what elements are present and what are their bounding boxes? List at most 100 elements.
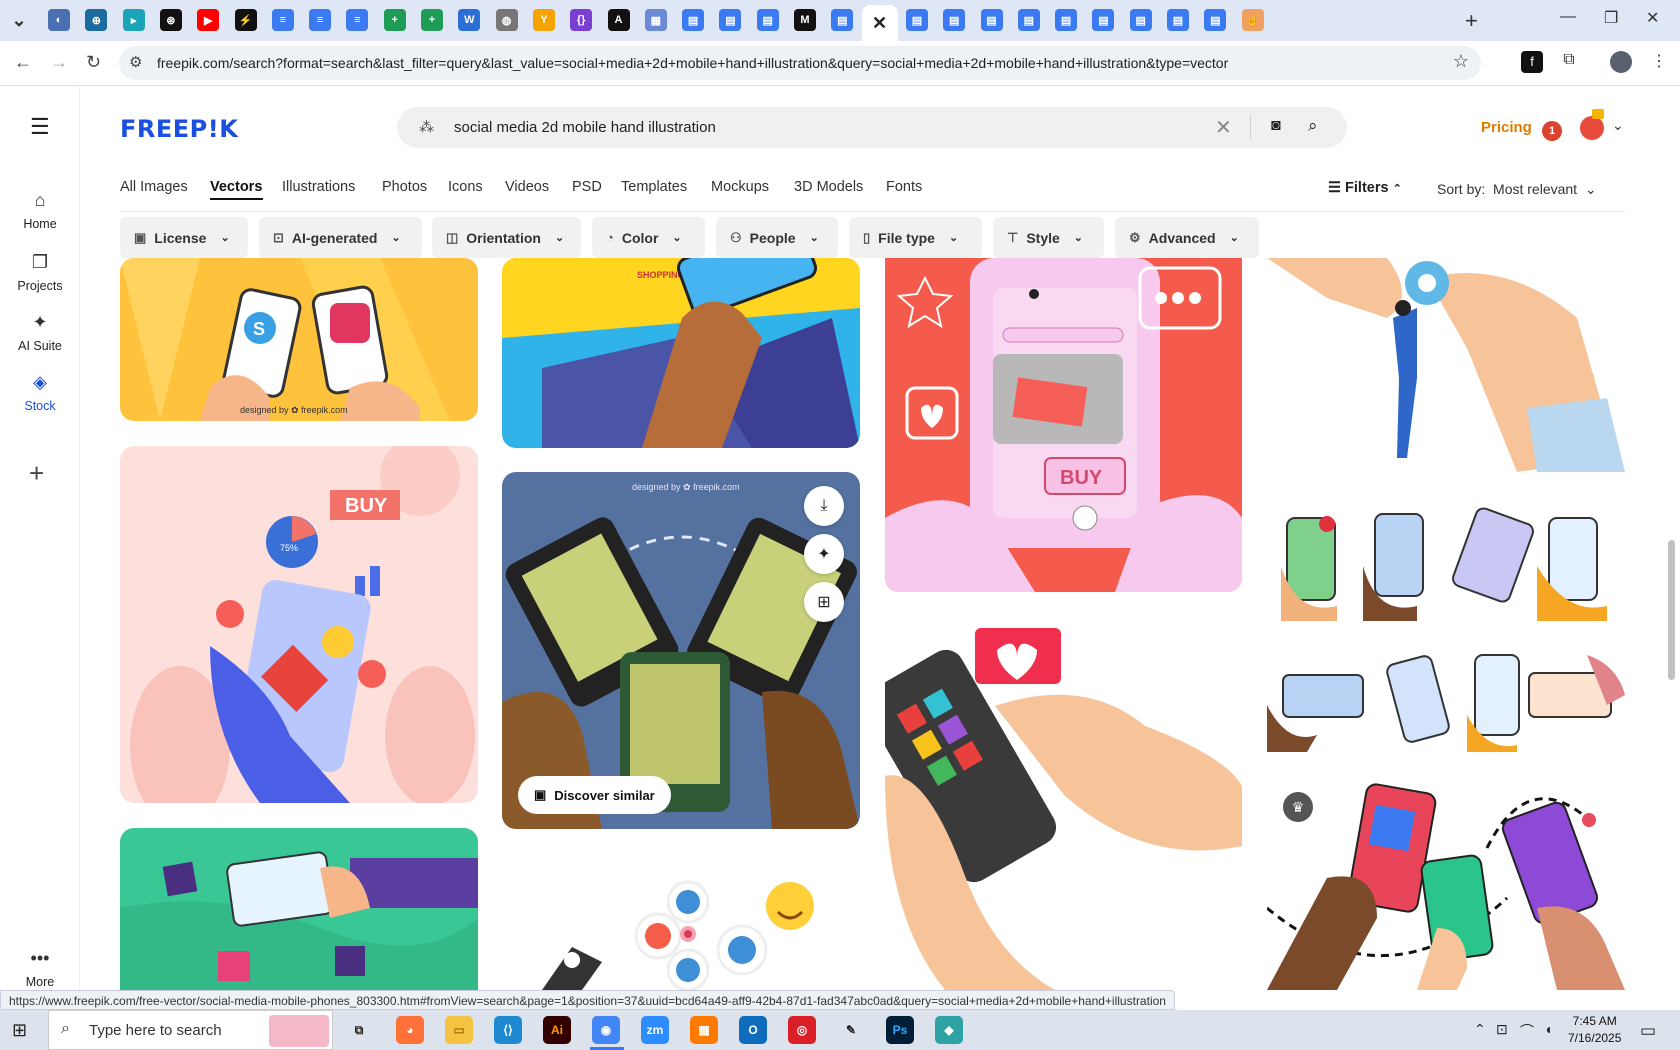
forward-icon[interactable]: →	[50, 52, 68, 73]
browser-tab[interactable]: ◐	[48, 9, 70, 31]
clear-search-icon[interactable]: ✕	[1215, 115, 1232, 140]
image-card[interactable]: ♛	[1267, 778, 1625, 990]
sidebar-item-stock[interactable]: ◈ Stock	[0, 372, 80, 413]
url-text[interactable]: freepik.com/search?format=search&last_fi…	[157, 55, 1228, 71]
save-to-collection-icon[interactable]: ⊞	[804, 582, 844, 622]
task-view-icon[interactable]: ⧉	[345, 1016, 373, 1044]
image-card[interactable]	[885, 616, 1242, 990]
image-card[interactable]: BUY 75%	[120, 446, 478, 803]
browser-tab[interactable]: ⊕	[85, 9, 108, 31]
filter-advanced[interactable]: ⚙ Advanced ⌄	[1115, 217, 1259, 258]
chrome-icon[interactable]: ◉	[592, 1016, 620, 1044]
illustrator-icon[interactable]: Ai	[543, 1016, 571, 1044]
extensions-icon[interactable]: ⧉	[1558, 51, 1580, 73]
reload-icon[interactable]: ↻	[86, 52, 101, 73]
browser-tab[interactable]: ▤	[1092, 9, 1115, 31]
chevron-down-icon[interactable]: ⌄	[1612, 117, 1624, 134]
image-card[interactable]	[1267, 496, 1625, 621]
search-type-icon[interactable]: ⁂	[419, 118, 434, 136]
gem-icon[interactable]: ◆	[935, 1016, 963, 1044]
sidebar-item-home[interactable]: ⌂ Home	[0, 190, 80, 231]
ai-edit-icon[interactable]: ✦	[804, 534, 844, 574]
sort-dropdown[interactable]: Sort by: Most relevant ⌄	[1437, 181, 1597, 198]
browser-tab[interactable]: M	[794, 9, 816, 31]
image-card[interactable]: BUY	[885, 258, 1242, 592]
browser-tab[interactable]: ☝	[1241, 9, 1264, 31]
search-bar[interactable]: ⁂ social media 2d mobile hand illustrati…	[397, 107, 1347, 148]
browser-tab[interactable]: ⚡	[234, 9, 257, 31]
app-icon[interactable]: ▦	[690, 1016, 718, 1044]
browser-tab[interactable]: ▸	[122, 9, 145, 31]
network-status-icon[interactable]: ⊡	[1496, 1021, 1508, 1038]
browser-menu-icon[interactable]: ⋮	[1648, 51, 1670, 73]
chevron-up-icon[interactable]: ⌃	[1474, 1021, 1486, 1038]
image-card[interactable]	[1267, 258, 1625, 472]
taskbar-search[interactable]: ⌕ Type here to search	[48, 1010, 333, 1050]
browser-tab[interactable]: +	[383, 9, 406, 31]
windows-start-icon[interactable]: ⊞	[12, 1020, 27, 1041]
search-icon[interactable]: ⌕	[1308, 116, 1318, 136]
browser-tab[interactable]: ▤	[1167, 9, 1189, 31]
image-card[interactable]: S designed by ✿ freepik.com	[120, 258, 478, 421]
browser-tab[interactable]: ⌄	[8, 9, 30, 31]
browser-tab[interactable]: ▤	[756, 9, 779, 31]
browser-tab[interactable]: ▤	[1129, 9, 1152, 31]
filter-style[interactable]: ⊤ Style ⌄	[993, 217, 1104, 258]
minimize-icon[interactable]: —	[1560, 8, 1576, 26]
back-icon[interactable]: ←	[14, 52, 32, 73]
search-input[interactable]: social media 2d mobile hand illustration	[454, 119, 716, 136]
image-card[interactable]	[502, 852, 860, 990]
tab-photos[interactable]: Photos	[382, 179, 427, 195]
user-avatar[interactable]	[1580, 116, 1604, 140]
firefox-icon[interactable]: ◕	[396, 1016, 424, 1044]
image-card[interactable]	[1267, 645, 1625, 752]
browser-tab[interactable]: A	[607, 9, 630, 31]
image-card[interactable]	[120, 828, 478, 990]
window-close-icon[interactable]: ✕	[1646, 8, 1659, 28]
browser-tab[interactable]: +	[421, 9, 443, 31]
site-info-icon[interactable]: ⚙	[129, 53, 142, 71]
wifi-icon[interactable]: ⌒	[1520, 1021, 1534, 1041]
browser-tab[interactable]: ▦	[644, 9, 667, 31]
clock[interactable]: 7:45 AM 7/16/2025	[1568, 1013, 1621, 1047]
browser-tab[interactable]: ▤	[1017, 9, 1040, 31]
browser-tab[interactable]: W	[458, 9, 481, 31]
tab-vectors[interactable]: Vectors	[210, 179, 262, 195]
outlook-icon[interactable]: O	[739, 1016, 767, 1044]
tab-3d-models[interactable]: 3D Models	[794, 179, 863, 195]
browser-tab[interactable]: ◍	[495, 9, 518, 31]
browser-tab[interactable]: ▶	[197, 9, 220, 31]
tab-psd[interactable]: PSD	[572, 179, 602, 195]
sidebar-item-ai-suite[interactable]: ✦ AI Suite	[0, 312, 80, 353]
extension-f-icon[interactable]: f	[1521, 51, 1543, 73]
filter-license[interactable]: ▣ License ⌄	[120, 217, 248, 258]
add-icon[interactable]: +	[29, 458, 44, 489]
filter-color[interactable]: ◔ Color ⌄	[592, 217, 705, 258]
tab-fonts[interactable]: Fonts	[886, 179, 922, 195]
tab-icons[interactable]: Icons	[448, 179, 483, 195]
filter-ai-generated[interactable]: ⊡ AI-generated ⌄	[259, 217, 422, 258]
tab-all-images[interactable]: All Images	[120, 179, 188, 195]
filter-file-type[interactable]: ▯ File type ⌄	[849, 217, 982, 258]
hamburger-menu-icon[interactable]: ☰	[30, 114, 50, 140]
sidebar-item-more[interactable]: ••• More	[0, 948, 80, 989]
filter-people[interactable]: ⚇ People ⌄	[716, 217, 838, 258]
browser-tab[interactable]: ▤	[943, 9, 966, 31]
zoom-icon[interactable]: zm	[641, 1016, 669, 1044]
browser-tab[interactable]: ≡	[309, 9, 332, 31]
browser-tab[interactable]: ▤	[905, 9, 928, 31]
new-tab-button[interactable]: +	[1465, 8, 1478, 34]
tab-illustrations[interactable]: Illustrations	[282, 179, 355, 195]
scrollbar-thumb[interactable]	[1668, 540, 1675, 680]
profile-avatar[interactable]	[1610, 51, 1632, 73]
maximize-icon[interactable]: ❐	[1604, 8, 1618, 28]
browser-tab[interactable]: ▤	[1055, 9, 1078, 31]
image-card[interactable]: SHOPPING	[502, 258, 860, 448]
download-icon[interactable]: ⤓	[804, 486, 844, 526]
photoshop-icon[interactable]: Ps	[886, 1016, 914, 1044]
tab-videos[interactable]: Videos	[505, 179, 549, 195]
browser-tab[interactable]: ▤	[980, 9, 1003, 31]
tab-mockups[interactable]: Mockups	[711, 179, 769, 195]
browser-tab[interactable]: Y	[532, 9, 555, 31]
browser-tab[interactable]: ▤	[682, 9, 705, 31]
